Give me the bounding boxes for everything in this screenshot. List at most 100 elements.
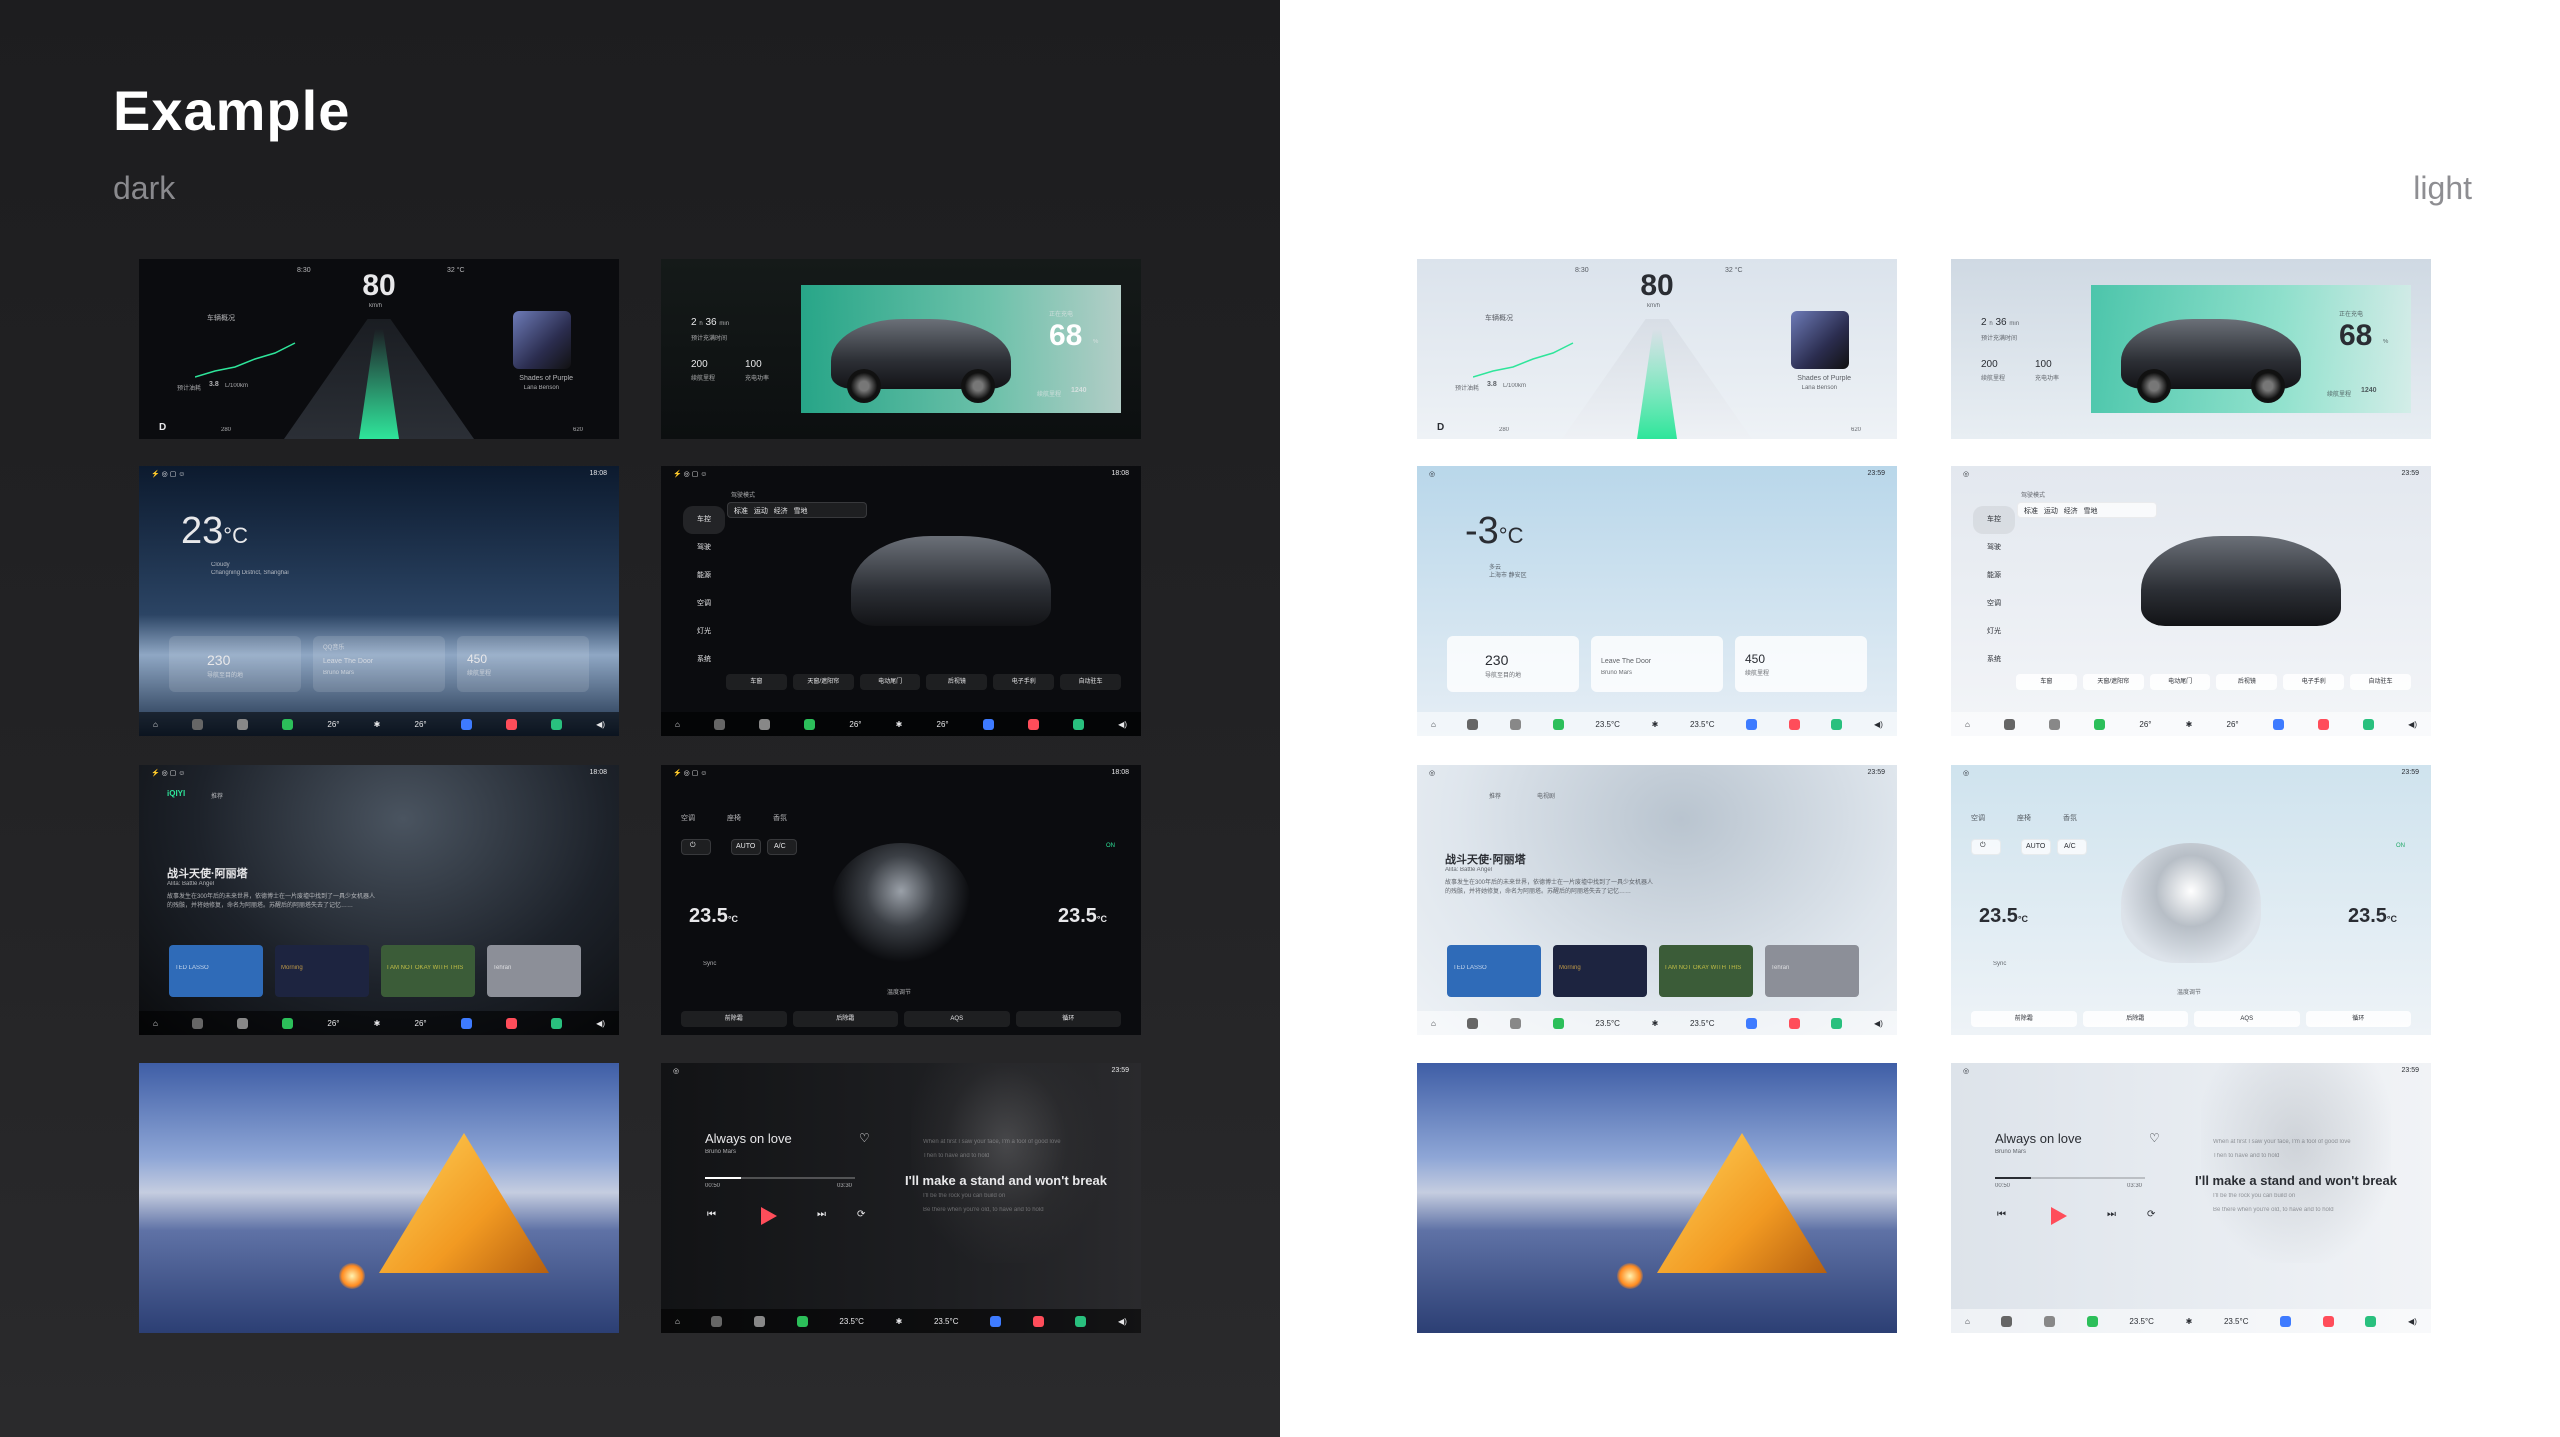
nav-icon[interactable]	[990, 1315, 1002, 1327]
camera-icon[interactable]	[2044, 1315, 2056, 1327]
poster-card[interactable]: Tehran	[487, 945, 581, 997]
nav-icon[interactable]	[460, 1017, 472, 1029]
music-app-icon[interactable]	[2317, 718, 2329, 730]
video-nav-item[interactable]: 电视剧	[1537, 791, 1555, 800]
mode-tab[interactable]: 标准	[2024, 508, 2038, 515]
progress-bar[interactable]	[705, 1177, 855, 1179]
repeat-icon[interactable]: ⟳	[857, 1209, 865, 1220]
menu-item[interactable]: 驾驶	[683, 534, 725, 562]
dock-temp-left[interactable]: 26°	[327, 1019, 339, 1028]
dock-temp-right[interactable]: 26°	[415, 1019, 427, 1028]
car-icon[interactable]	[1467, 718, 1479, 730]
dock-temp-right[interactable]: 26°	[937, 720, 949, 729]
dock-temp-left[interactable]: 23.5°C	[839, 1317, 864, 1326]
nav-icon[interactable]	[1746, 1017, 1758, 1029]
climate-chip[interactable]: 前除霜	[681, 1011, 787, 1027]
menu-item[interactable]: 驾驶	[1973, 534, 2015, 562]
volume-icon[interactable]: ◀)	[1874, 720, 1883, 729]
vehicle-settings-light[interactable]: ◎ 23:59 车控 驾驶 能源 空调 灯光 系统 驾驶模式 标准 运动 经济 雪…	[1951, 466, 2431, 736]
sync-button[interactable]: Sync	[1993, 961, 2006, 967]
camera-icon[interactable]	[237, 1017, 249, 1029]
dock-temp-right[interactable]: 23.5°C	[2224, 1317, 2249, 1326]
home-icon[interactable]: ⌂	[1965, 1317, 1970, 1326]
camera-icon[interactable]	[1510, 718, 1522, 730]
menu-item[interactable]: 车控	[683, 506, 725, 534]
poster-card[interactable]: I AM NOT OKAY WITH THIS	[1659, 945, 1753, 997]
prev-icon[interactable]: ⏮	[707, 1209, 716, 1220]
album-art[interactable]	[513, 311, 571, 369]
play-icon[interactable]	[761, 1207, 777, 1225]
music-app-icon[interactable]	[2322, 1315, 2334, 1327]
charging-light[interactable]: 2 h 36 min 预计充满时间 200 续航里程 100 充电功率 正在充电…	[1951, 259, 2431, 439]
sync-button[interactable]: Sync	[703, 961, 716, 967]
control-chip[interactable]: 电动尾门	[2149, 674, 2211, 690]
camera-icon[interactable]	[237, 718, 249, 730]
heart-icon[interactable]: ♡	[859, 1131, 870, 1145]
climate-tab[interactable]: 香氛	[773, 813, 787, 823]
control-chip[interactable]: 天窗/遮阳帘	[2082, 674, 2144, 690]
nav-icon[interactable]	[460, 718, 472, 730]
poster-card[interactable]: TED LASSO	[1447, 945, 1541, 997]
music-widget[interactable]: Leave The Door Bruno Mars	[1591, 636, 1723, 692]
vehicle-settings-dark[interactable]: ⚡ ◎ ▢ ☺ 18:08 车控 驾驶 能源 空调 灯光 系统 驾驶模式 标准 运…	[661, 466, 1141, 736]
control-chip[interactable]: 后视镜	[2216, 674, 2278, 690]
poster-card[interactable]: I AM NOT OKAY WITH THIS	[381, 945, 475, 997]
climate-tab[interactable]: 香氛	[2063, 813, 2077, 823]
dashboard-dark[interactable]: 8:30 80 km/h 32 °C 车辆概况 预计油耗 3.8 L/100km…	[139, 259, 619, 439]
car-icon[interactable]	[191, 718, 203, 730]
fan-icon[interactable]: ✱	[2186, 1317, 2193, 1326]
album-art[interactable]	[1791, 311, 1849, 369]
home-icon[interactable]: ⌂	[675, 720, 680, 729]
mode-tab[interactable]: 标准	[734, 508, 748, 515]
temp-left[interactable]: 23.5	[1979, 905, 2018, 927]
mode-tab[interactable]: 雪地	[2084, 508, 2098, 515]
nav-icon[interactable]	[982, 718, 994, 730]
phone-icon[interactable]	[2094, 718, 2106, 730]
dock-temp-right[interactable]: 26°	[415, 720, 427, 729]
video-app-icon[interactable]	[551, 718, 563, 730]
fan-icon[interactable]: ✱	[896, 1317, 903, 1326]
camera-icon[interactable]	[1510, 1017, 1522, 1029]
video-nav-item[interactable]: 推荐	[1489, 791, 1501, 800]
nav-widget[interactable]: 230 导航至目的地	[169, 636, 301, 692]
nav-icon[interactable]	[1746, 718, 1758, 730]
camera-icon[interactable]	[754, 1315, 766, 1327]
car-icon[interactable]	[713, 718, 725, 730]
ac-button[interactable]: A/C	[2057, 839, 2087, 855]
music-light[interactable]: ◎ 23:59 Always on love Bruno Mars ♡ 00:50…	[1951, 1063, 2431, 1333]
temp-left[interactable]: 23.5	[689, 905, 728, 927]
music-dark[interactable]: ◎ 23:59 Always on love Bruno Mars ♡ 00:50…	[661, 1063, 1141, 1333]
nav-widget[interactable]: 230 导航至目的地	[1447, 636, 1579, 692]
home-dark[interactable]: ⚡ ◎ ▢ ☺ 18:08 23°C Cloudy Changning Distr…	[139, 466, 619, 736]
home-icon[interactable]: ⌂	[1431, 720, 1436, 729]
video-nav-item[interactable]: 推荐	[211, 791, 223, 800]
music-app-icon[interactable]	[1788, 1017, 1800, 1029]
phone-icon[interactable]	[804, 718, 816, 730]
volume-icon[interactable]: ◀)	[2408, 1317, 2417, 1326]
home-icon[interactable]: ⌂	[153, 1019, 158, 1028]
next-icon[interactable]: ⏭	[817, 1209, 826, 1220]
climate-light[interactable]: ◎ 23:59 空调 座椅 香氛 ⏻ AUTO A/C ON 23.5°C 23.…	[1951, 765, 2431, 1035]
fan-icon[interactable]: ✱	[896, 720, 903, 729]
volume-icon[interactable]: ◀)	[596, 1019, 605, 1028]
dock-temp-right[interactable]: 26°	[2227, 720, 2239, 729]
ac-button[interactable]: A/C	[767, 839, 797, 855]
car-icon[interactable]	[2003, 718, 2015, 730]
menu-item[interactable]: 车控	[1973, 506, 2015, 534]
control-chip[interactable]: 电子手刹	[993, 674, 1055, 690]
video-app-icon[interactable]	[2363, 718, 2375, 730]
volume-icon[interactable]: ◀)	[2408, 720, 2417, 729]
camera-icon[interactable]	[2049, 718, 2061, 730]
phone-icon[interactable]	[1552, 1017, 1564, 1029]
power-button[interactable]: ⏻	[681, 839, 711, 855]
climate-tab[interactable]: 座椅	[2017, 813, 2031, 823]
fan-icon[interactable]: ✱	[1652, 1019, 1659, 1028]
video-app-icon[interactable]	[1075, 1315, 1087, 1327]
poster-card[interactable]: Morning	[275, 945, 369, 997]
progress-bar[interactable]	[1995, 1177, 2145, 1179]
video-app-icon[interactable]	[551, 1017, 563, 1029]
mode-tab[interactable]: 经济	[774, 508, 788, 515]
climate-chip[interactable]: AQS	[2194, 1011, 2300, 1027]
fan-icon[interactable]: ✱	[374, 1019, 381, 1028]
menu-item[interactable]: 空调	[1973, 590, 2015, 618]
